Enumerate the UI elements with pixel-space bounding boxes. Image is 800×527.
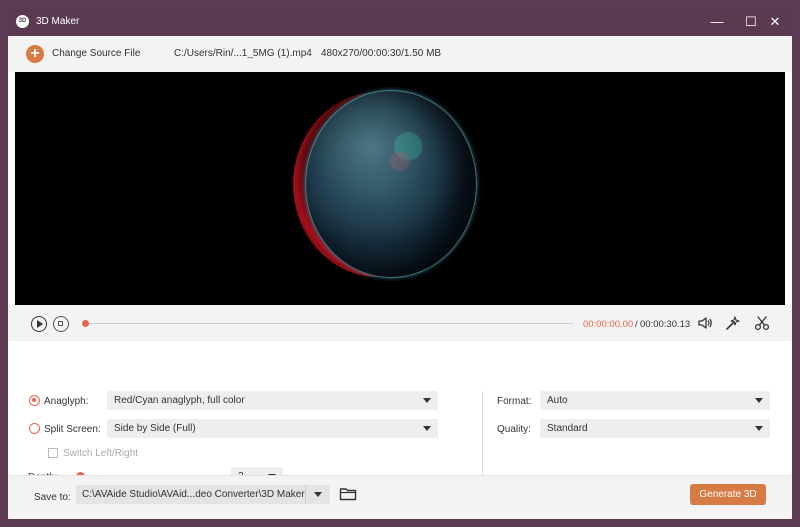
progress-handle[interactable]: [82, 320, 89, 327]
volume-icon[interactable]: [696, 314, 714, 332]
effects-wand-icon[interactable]: [724, 314, 742, 332]
save-path-field[interactable]: C:\AVAide Studio\AVAid...deo Converter\3…: [76, 485, 330, 504]
chevron-down-icon: [755, 398, 763, 403]
cut-scissors-icon[interactable]: [753, 314, 771, 332]
progress-track[interactable]: [86, 323, 573, 324]
open-folder-icon[interactable]: [339, 486, 357, 502]
switch-left-right-label: Switch Left/Right: [63, 448, 139, 459]
anaglyph-select[interactable]: Red/Cyan anaglyph, full color: [107, 391, 438, 410]
chevron-down-icon: [423, 426, 431, 431]
format-select-value: Auto: [547, 395, 568, 406]
app-logo-icon: 3D: [16, 15, 29, 28]
current-time: 00:00:00.00: [583, 319, 634, 330]
footer-bar: Save to: C:\AVAide Studio\AVAid...deo Co…: [8, 475, 792, 519]
split-screen-label: Split Screen:: [44, 424, 101, 435]
save-path-dropdown[interactable]: [305, 485, 330, 504]
title-bar: 3D 3D Maker — ☐ ✕: [8, 8, 792, 36]
play-button[interactable]: [31, 316, 47, 332]
player-controls: 00:00:00.00 / 00:00:30.13: [8, 305, 792, 341]
format-select[interactable]: Auto: [540, 391, 770, 410]
preview-planet-rim: [305, 90, 477, 278]
source-toolbar: + Change Source File C:/Users/Rin/...1_5…: [8, 36, 792, 72]
close-button[interactable]: ✕: [764, 12, 786, 32]
anaglyph-select-value: Red/Cyan anaglyph, full color: [114, 395, 245, 406]
stop-button[interactable]: [53, 316, 69, 332]
split-screen-select-value: Side by Side (Full): [114, 423, 196, 434]
add-source-icon[interactable]: +: [26, 45, 44, 63]
video-preview: [15, 72, 785, 305]
play-icon: [37, 320, 43, 328]
split-screen-radio[interactable]: [29, 423, 40, 434]
save-to-label: Save to:: [34, 492, 71, 503]
chevron-down-icon: [755, 426, 763, 431]
chevron-down-icon: [423, 398, 431, 403]
change-source-button[interactable]: Change Source File: [52, 48, 140, 59]
total-time: 00:00:30.13: [640, 319, 691, 330]
settings-panel: Anaglyph: Red/Cyan anaglyph, full color …: [8, 341, 792, 491]
format-label: Format:: [497, 396, 532, 407]
quality-select[interactable]: Standard: [540, 419, 770, 438]
app-window: 3D 3D Maker — ☐ ✕ + Change Source File C…: [0, 0, 800, 527]
maximize-button[interactable]: ☐: [740, 12, 762, 32]
window-title: 3D Maker: [36, 16, 80, 27]
quality-select-value: Standard: [547, 423, 588, 434]
split-screen-select[interactable]: Side by Side (Full): [107, 419, 438, 438]
anaglyph-label: Anaglyph:: [44, 396, 89, 407]
source-file-path: C:/Users/Rin/...1_5MG (1).mp4: [174, 48, 312, 59]
main-content: + Change Source File C:/Users/Rin/...1_5…: [8, 36, 792, 519]
stop-icon: [58, 321, 63, 326]
switch-left-right-checkbox[interactable]: [48, 448, 58, 458]
chevron-down-icon: [314, 492, 322, 497]
time-separator: /: [635, 319, 638, 330]
minimize-button[interactable]: —: [706, 12, 728, 32]
anaglyph-radio[interactable]: [29, 395, 40, 406]
quality-label: Quality:: [497, 424, 531, 435]
generate-3d-button[interactable]: Generate 3D: [690, 484, 766, 505]
source-file-info: 480x270/00:00:30/1.50 MB: [321, 48, 442, 59]
